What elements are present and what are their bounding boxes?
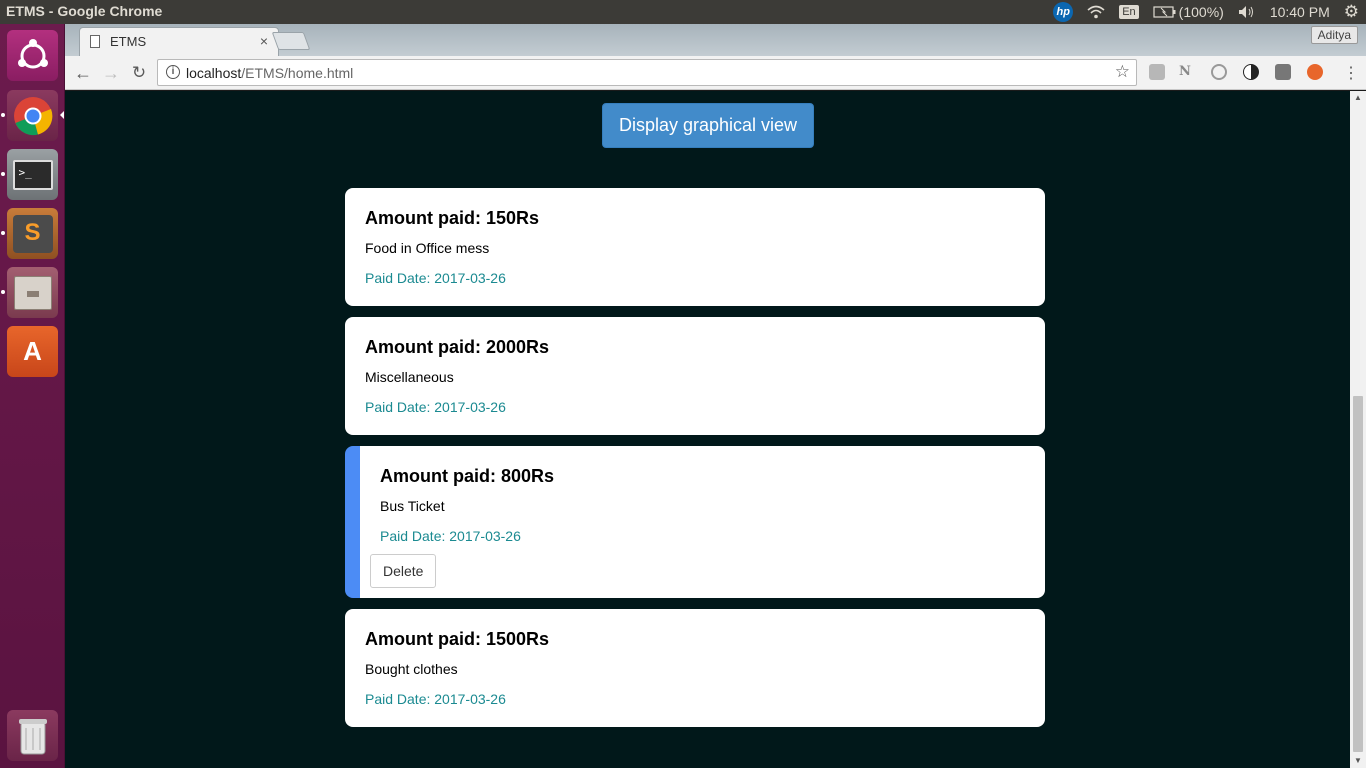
extension-tag-icon[interactable]	[1275, 64, 1291, 80]
paid-date: Paid Date: 2017-03-26	[380, 528, 521, 544]
trash-icon[interactable]	[7, 710, 58, 761]
expense-description: Miscellaneous	[365, 369, 454, 385]
clock[interactable]: 10:40 PM	[1263, 4, 1337, 20]
back-arrow-icon[interactable]: ←	[71, 61, 95, 85]
scroll-up-icon[interactable]: ▲	[1354, 93, 1362, 102]
extension-image-icon[interactable]	[1149, 64, 1165, 80]
browser-toolbar: ← → ↻ i localhost/ETMS/home.html ☆ N ⋮	[65, 56, 1366, 90]
scroll-thumb[interactable]	[1353, 396, 1363, 752]
software-center-icon[interactable]: A	[7, 326, 58, 377]
expense-description: Bus Ticket	[380, 498, 445, 514]
keyboard-layout-indicator[interactable]: En	[1112, 5, 1145, 19]
volume-icon[interactable]	[1231, 5, 1263, 19]
amount-paid: Amount paid: 800Rs	[380, 466, 555, 486]
paid-date: Paid Date: 2017-03-26	[365, 399, 506, 415]
scroll-down-icon[interactable]: ▼	[1354, 756, 1362, 765]
delete-button[interactable]: Delete	[370, 554, 437, 588]
close-tab-icon[interactable]: ×	[260, 33, 268, 49]
display-graphical-view-button[interactable]: Display graphical view	[602, 103, 814, 148]
amount-paid: Amount paid: 2000Rs	[365, 337, 550, 357]
expense-description: Food in Office mess	[365, 240, 490, 256]
ubuntu-dash-icon[interactable]	[7, 30, 58, 81]
terminal-running-pip	[1, 172, 5, 176]
extension-contrast-icon[interactable]	[1243, 64, 1259, 80]
paid-date: Paid Date: 2017-03-26	[365, 270, 506, 286]
expense-card-selected[interactable]: Amount paid: 800Rs Bus Ticket Paid Date:…	[345, 446, 1045, 598]
expense-description: Bought clothes	[365, 661, 458, 677]
extension-shield-icon[interactable]	[1211, 64, 1227, 80]
files-icon[interactable]	[7, 267, 58, 318]
address-bar[interactable]: i localhost/ETMS/home.html ☆	[157, 59, 1137, 86]
amount-paid: Amount paid: 150Rs	[365, 208, 540, 228]
page-content: Display graphical view Amount paid: 150R…	[65, 91, 1350, 768]
page-scrollbar[interactable]: ▲ ▼	[1350, 91, 1366, 768]
terminal-icon[interactable]: >_	[7, 149, 58, 200]
os-top-panel: ETMS - Google Chrome hp En (100%) 10:40 …	[0, 0, 1366, 24]
profile-button[interactable]: Aditya	[1310, 26, 1358, 44]
chrome-menu-icon[interactable]: ⋮	[1339, 61, 1363, 85]
tab-etms[interactable]: ETMS ×	[79, 27, 279, 56]
page-icon	[90, 35, 100, 48]
battery-icon	[1153, 6, 1176, 18]
wifi-icon[interactable]	[1080, 5, 1112, 19]
unity-launcher: >_ S A	[0, 24, 65, 768]
battery-indicator[interactable]: (100%)	[1146, 4, 1231, 20]
chrome-running-pip	[1, 113, 5, 117]
gear-icon[interactable]: ⚙	[1337, 2, 1366, 22]
reload-icon[interactable]: ↻	[127, 61, 151, 85]
bookmark-star-icon[interactable]: ☆	[1115, 62, 1130, 82]
expense-card[interactable]: Amount paid: 1500Rs Bought clothes Paid …	[345, 609, 1045, 727]
system-indicators: hp En (100%) 10:40 PM ⚙	[1046, 0, 1366, 24]
extension-n-icon[interactable]: N	[1179, 64, 1195, 80]
amount-paid: Amount paid: 1500Rs	[365, 629, 550, 649]
forward-arrow-icon[interactable]: →	[99, 61, 123, 85]
files-running-pip	[1, 290, 5, 294]
url-text: localhost/ETMS/home.html	[186, 65, 354, 81]
hp-icon[interactable]: hp	[1046, 2, 1080, 22]
extension-orange-icon[interactable]	[1307, 64, 1323, 80]
paid-date: Paid Date: 2017-03-26	[365, 691, 506, 707]
chrome-icon[interactable]	[7, 90, 58, 141]
sublime-text-icon[interactable]: S	[7, 208, 58, 259]
new-tab-button[interactable]	[271, 32, 311, 50]
browser-tab-strip: ETMS × Aditya	[65, 24, 1366, 56]
window-title: ETMS - Google Chrome	[6, 3, 163, 19]
expense-card[interactable]: Amount paid: 2000Rs Miscellaneous Paid D…	[345, 317, 1045, 435]
info-icon[interactable]: i	[166, 65, 180, 79]
sublime-running-pip	[1, 231, 5, 235]
chrome-active-pip	[60, 111, 64, 119]
expense-card[interactable]: Amount paid: 150Rs Food in Office mess P…	[345, 188, 1045, 306]
tab-title: ETMS	[110, 34, 147, 49]
